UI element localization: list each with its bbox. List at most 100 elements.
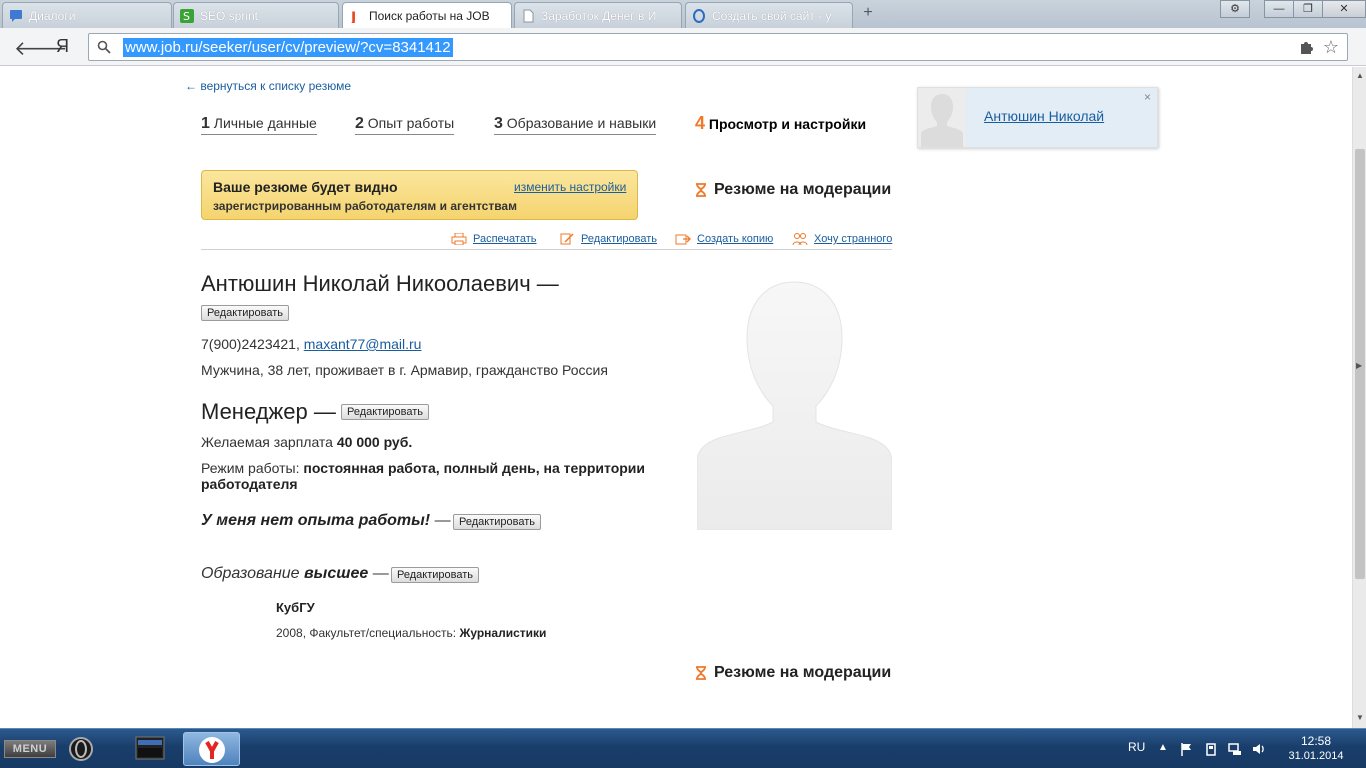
moderation-status-top: Резюме на модерации: [695, 181, 891, 199]
step-label: Личные данные: [213, 115, 317, 131]
settings-button[interactable]: ⚙: [1220, 0, 1250, 18]
personal-details: Мужчина, 38 лет, проживает в г. Армавир,…: [201, 362, 608, 378]
divider: [201, 249, 892, 250]
page-scrollbar[interactable]: ▲ ▶ ▼: [1352, 67, 1366, 728]
hourglass-icon: [696, 183, 706, 197]
step-label: Опыт работы: [367, 115, 455, 131]
change-settings-link[interactable]: изменить настройки: [514, 180, 626, 194]
scroll-up-icon[interactable]: ▲: [1356, 71, 1364, 80]
new-tab-button[interactable]: +: [860, 5, 876, 22]
tab-create-site[interactable]: Создать свой сайт - у: [685, 2, 853, 28]
taskbar: MENU RU ▲ 12:58 31.01.2014: [0, 728, 1366, 768]
schedule-value: постоянная работа, полный день, на терри…: [303, 460, 646, 476]
screen: Диалоги S SEO sprint J Поиск работы на J…: [0, 0, 1366, 768]
clock-date: 31.01.2014: [1288, 750, 1344, 762]
people-icon: [792, 233, 808, 245]
tab-label: Поиск работы на JOB: [369, 8, 490, 23]
edit-position-button[interactable]: Редактировать: [341, 404, 429, 420]
step-number: 2: [355, 115, 364, 132]
visibility-title: Ваше резюме будет видно: [213, 179, 398, 195]
salary-label: Желаемая зарплата: [201, 434, 333, 450]
schedule-value-continued: работодателя: [201, 476, 298, 492]
clock[interactable]: 12:58 31.01.2014: [1276, 734, 1356, 764]
user-avatar: [918, 88, 966, 147]
schedule-continued: работодателя: [201, 476, 298, 492]
strange-link[interactable]: Хочу странного: [814, 233, 892, 245]
tab-label: Диалоги: [29, 8, 76, 23]
monitor-app-icon[interactable]: [134, 732, 166, 766]
address-bar[interactable]: www.job.ru/seeker/user/cv/preview/?cv=83…: [88, 33, 1348, 61]
user-name-link[interactable]: Антюшин Николай: [984, 108, 1104, 124]
language-indicator[interactable]: RU: [1128, 740, 1145, 756]
close-window-button[interactable]: ✕: [1322, 0, 1366, 18]
edit-personal-button[interactable]: Редактировать: [201, 305, 289, 321]
step-work-experience[interactable]: 2 Опыт работы: [355, 115, 455, 135]
step-personal-data[interactable]: 1 Личные данные: [201, 115, 317, 135]
svg-text:J: J: [350, 10, 356, 23]
chat-icon: [10, 9, 22, 22]
seo-sprint-icon: S: [180, 8, 194, 23]
position-title: Менеджер —: [201, 399, 336, 424]
tab-earnings[interactable]: Заработок Денег в И: [514, 2, 682, 28]
schedule-label: Режим работы:: [201, 460, 300, 476]
yandex-browser-task[interactable]: [183, 732, 240, 766]
step-label: Образование и навыки: [506, 115, 657, 131]
close-icon[interactable]: ×: [1144, 90, 1151, 104]
institution: КубГУ: [276, 600, 315, 615]
step-education-skills[interactable]: 3 Образование и навыки: [494, 115, 657, 135]
bookmark-star-icon[interactable]: ☆: [1323, 37, 1339, 58]
specialty: Журналистики: [459, 626, 547, 640]
full-name: Антюшин Николай Никоолаевич —: [201, 271, 559, 296]
phone: 7(900)2423421,: [201, 336, 300, 352]
restore-button[interactable]: ❐: [1293, 0, 1323, 18]
action-strange[interactable]: Хочу странного: [792, 233, 892, 245]
step-label: Просмотр и настройки: [708, 116, 867, 132]
salary: Желаемая зарплата 40 000 руб.: [201, 434, 412, 450]
tab-label: Заработок Денег в И: [541, 8, 657, 23]
copy-link[interactable]: Создать копию: [697, 233, 773, 245]
flag-icon[interactable]: [1180, 742, 1194, 756]
tray-expand-icon[interactable]: ▲: [1158, 742, 1172, 756]
yandex-button[interactable]: Я: [56, 36, 69, 57]
action-edit[interactable]: Редактировать: [559, 233, 657, 245]
puzzle-icon[interactable]: [1299, 40, 1313, 54]
tab-dialogs[interactable]: Диалоги: [2, 2, 172, 28]
step-number: 3: [494, 115, 503, 132]
action-print[interactable]: Распечатать: [451, 233, 536, 245]
opera-icon[interactable]: [66, 732, 96, 766]
scroll-down-icon[interactable]: ▼: [1356, 713, 1364, 722]
url-text[interactable]: www.job.ru/seeker/user/cv/preview/?cv=83…: [123, 38, 453, 57]
search-icon: [97, 40, 111, 54]
start-menu-button[interactable]: MENU: [4, 740, 56, 758]
avatar-placeholder: [697, 281, 892, 530]
copy-icon: [675, 234, 691, 245]
back-to-resumes-link[interactable]: ← вернуться к списку резюме: [185, 79, 351, 93]
edit-link[interactable]: Редактировать: [581, 233, 657, 245]
education-level: высшее: [304, 565, 369, 582]
schedule: Режим работы: постоянная работа, полный …: [201, 460, 645, 476]
printer-icon: [451, 233, 467, 245]
action-copy[interactable]: Создать копию: [675, 233, 773, 245]
step-number: 1: [201, 115, 210, 132]
network-icon[interactable]: [1228, 742, 1242, 756]
yandex-browser-icon: [199, 737, 225, 763]
tab-seo-sprint[interactable]: S SEO sprint: [173, 2, 339, 28]
tab-job-search[interactable]: J Поиск работы на JOB: [342, 2, 512, 28]
email-link[interactable]: maxant77@mail.ru: [304, 336, 422, 352]
job-logo-icon: J: [350, 10, 356, 23]
volume-icon[interactable]: [1252, 742, 1266, 756]
tab-label: Создать свой сайт - у: [712, 8, 832, 23]
edit-education-button[interactable]: Редактировать: [391, 567, 479, 583]
edit-icon: [560, 233, 574, 245]
step-number: 4: [695, 113, 706, 133]
minimize-button[interactable]: —: [1264, 0, 1294, 18]
salary-value: 40 000 руб.: [336, 434, 413, 450]
edit-experience-button[interactable]: Редактировать: [453, 514, 541, 530]
contacts: 7(900)2423421, maxant77@mail.ru: [201, 336, 421, 352]
scroll-mid-icon: ▶: [1356, 361, 1363, 370]
print-link[interactable]: Распечатать: [473, 233, 536, 245]
clock-time: 12:58: [1300, 734, 1332, 748]
experience-dash: —: [434, 512, 451, 529]
device-icon[interactable]: [1204, 742, 1218, 756]
user-card-body: Антюшин Николай ×: [966, 88, 1157, 147]
